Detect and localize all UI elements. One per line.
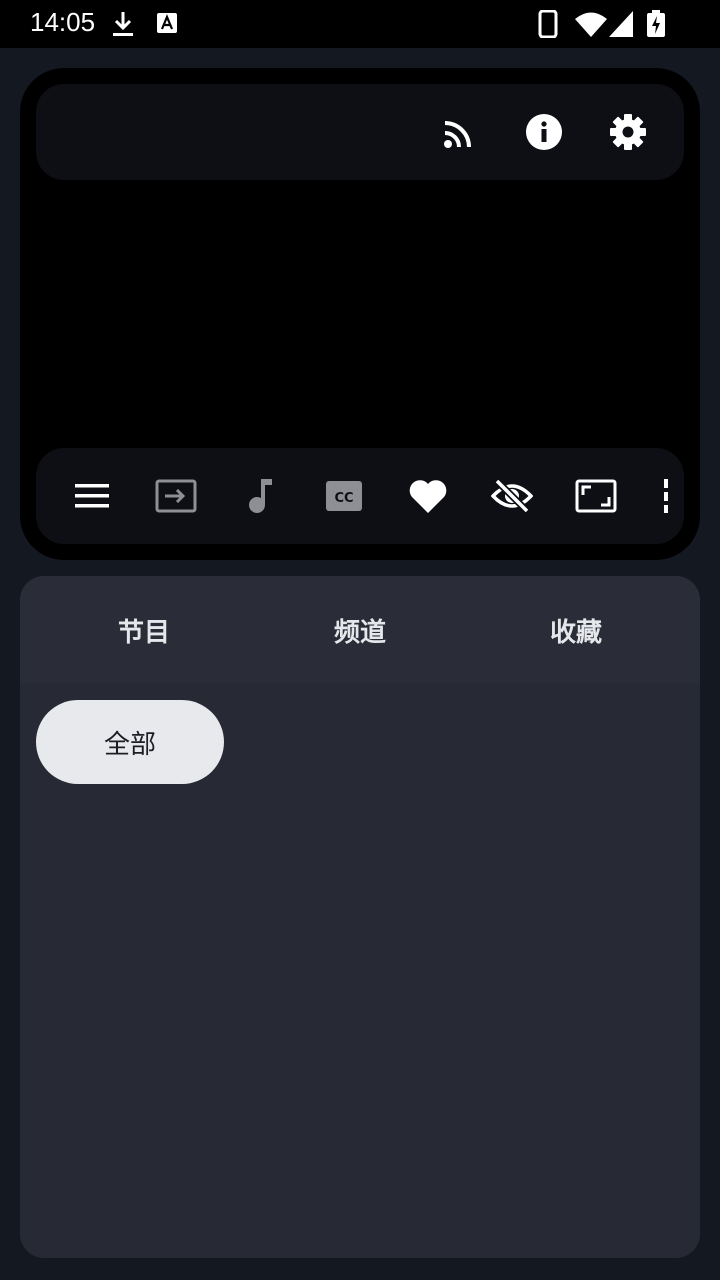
tab-programs[interactable]: 节目 [44, 612, 244, 649]
aspect-ratio-icon[interactable] [572, 472, 620, 520]
info-icon[interactable] [518, 108, 570, 156]
tab-channels[interactable]: 频道 [260, 612, 460, 649]
keyboard-a-icon [156, 10, 178, 40]
cast-icon[interactable] [434, 108, 486, 156]
wifi-icon [574, 10, 608, 42]
filter-chip-all[interactable]: 全部 [36, 700, 224, 784]
signal-icon [608, 10, 634, 42]
favorite-icon[interactable] [404, 472, 452, 520]
battery-charging-icon [646, 10, 666, 42]
player-control-bar: CC [36, 448, 684, 544]
player-top-bar [36, 84, 684, 180]
svg-text:CC: CC [334, 491, 353, 506]
more-icon[interactable] [656, 472, 676, 520]
audio-track-icon[interactable] [236, 472, 284, 520]
filter-chip-label: 全部 [103, 729, 156, 760]
input-icon[interactable] [152, 472, 200, 520]
download-icon [112, 10, 134, 42]
menu-icon[interactable] [70, 472, 114, 520]
phone-icon [538, 9, 558, 42]
closed-caption-icon[interactable]: CC [320, 472, 368, 520]
tab-favorites[interactable]: 收藏 [476, 612, 676, 649]
status-time: 14:05 [30, 7, 96, 37]
status-bar: 14:05 [0, 0, 720, 48]
settings-icon[interactable] [602, 108, 654, 156]
visibility-off-icon[interactable] [488, 472, 536, 520]
tab-bar: 节目 频道 收藏 [20, 576, 700, 682]
